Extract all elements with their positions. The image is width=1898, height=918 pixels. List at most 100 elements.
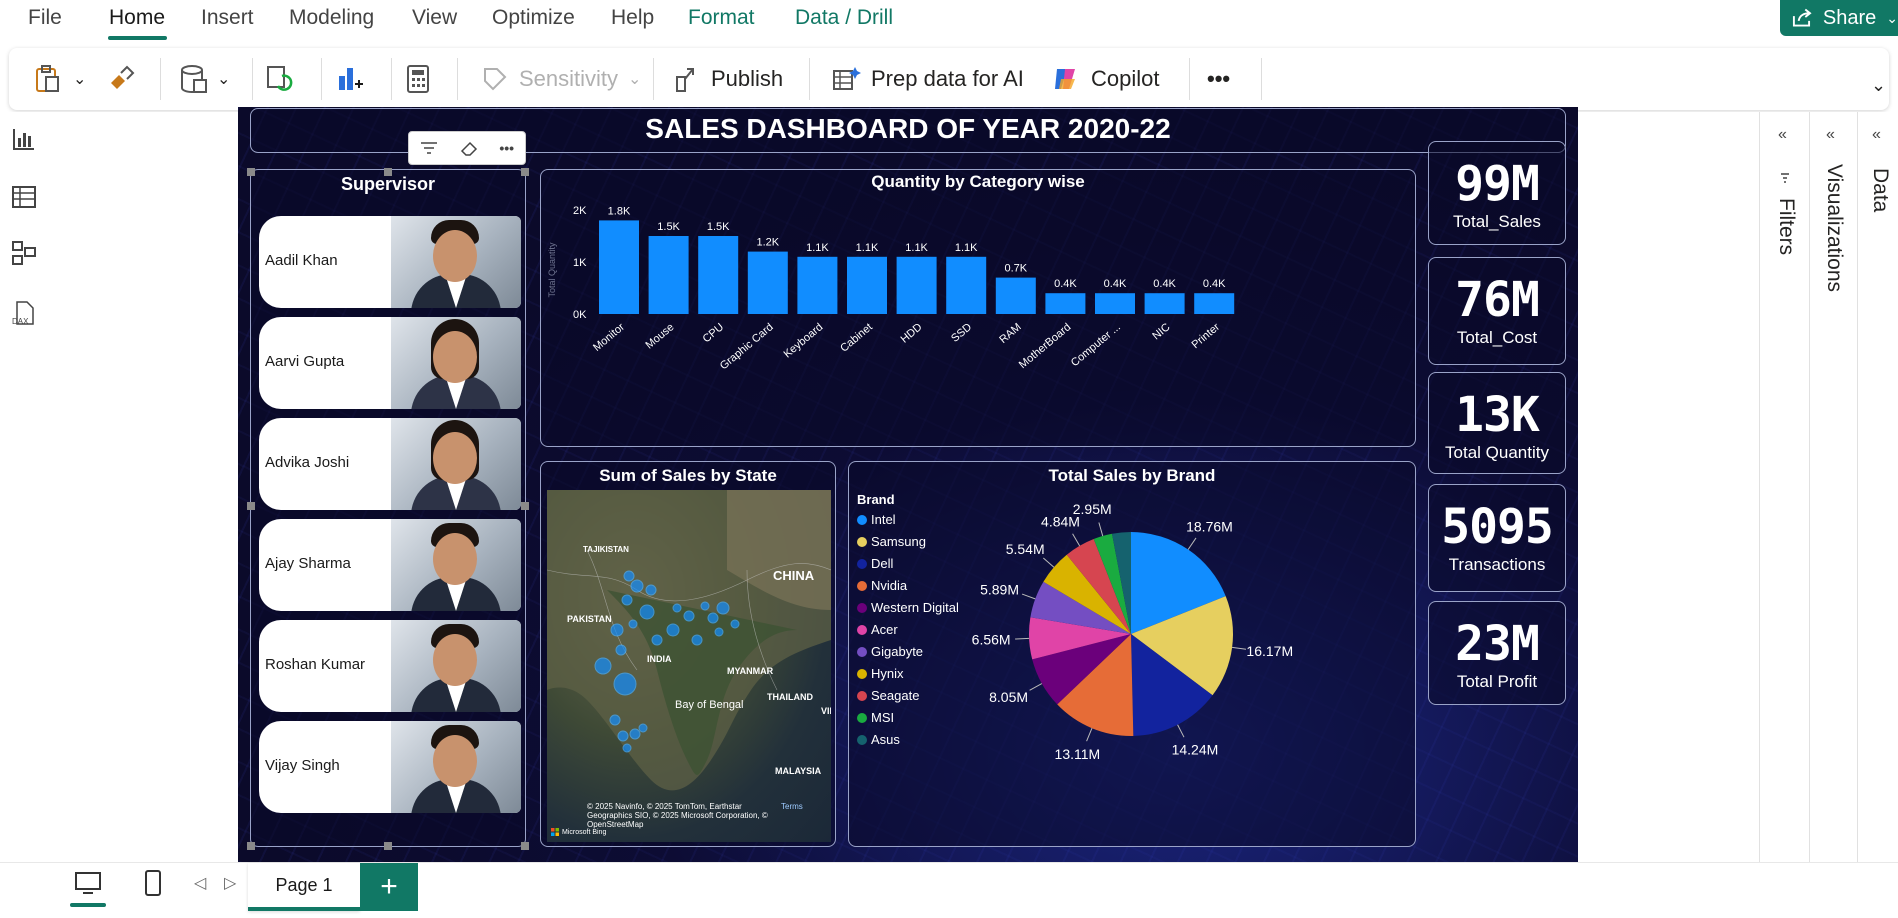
refresh-button[interactable] [265,60,295,98]
resize-handle[interactable] [247,502,255,510]
visualizations-pane[interactable]: « Visualizations [1809,112,1857,862]
menu-home[interactable]: Home [109,6,165,30]
publish-button[interactable]: Publish [673,60,783,98]
bar[interactable] [1045,293,1086,314]
add-page-button[interactable]: + [360,863,418,911]
kpi-card[interactable]: 99M Total_Sales [1428,141,1566,245]
table-view-icon[interactable] [11,184,37,210]
prep-data-icon [833,67,861,90]
ribbon-separator [252,58,253,100]
kpi-card[interactable]: 76M Total_Cost [1428,257,1566,365]
y-tick-label: 2K [573,205,587,217]
menu-modeling[interactable]: Modeling [289,6,374,30]
menu-file[interactable]: File [28,6,62,30]
get-data-button[interactable]: ⌄ [179,60,230,98]
bar-data-label: 0.4K [1104,278,1127,290]
collapse-ribbon-icon[interactable]: ⌄ [1871,66,1886,104]
map-attribution: © 2025 Navinfo, © 2025 TomTom, Earthstar… [587,802,768,829]
visualizations-label: Visualizations [1823,164,1846,293]
copilot-icon [1055,69,1075,89]
sales-by-brand-chart[interactable]: Total Sales by Brand Brand Intel Samsung D… [848,461,1416,847]
desktop-layout-icon[interactable] [74,871,102,895]
supervisor-card[interactable]: Ajay Sharma [259,519,521,611]
bar[interactable] [1144,293,1185,314]
bar-data-label: 1.8K [608,205,631,217]
pie-leader-line [1086,728,1093,742]
bar[interactable] [747,251,788,314]
bar[interactable] [599,220,639,314]
supervisor-card[interactable]: Advika Joshi [259,418,521,510]
menu-insert[interactable]: Insert [201,6,254,30]
map-canvas[interactable]: TAJIKISTAN CHINA PAKISTAN INDIA MYANMAR … [547,490,831,842]
copilot-button[interactable]: Copilot [1051,60,1159,98]
more-options-button[interactable]: ••• [1207,60,1230,98]
menu-view[interactable]: View [412,6,457,30]
active-tab-indicator [108,36,167,40]
category-label: Graphic Card [718,321,776,372]
pie-leader-line [1232,646,1247,650]
bar-data-label: 1.1K [955,242,978,254]
more-options-icon[interactable]: ••• [499,140,514,156]
supervisor-slicer[interactable]: Supervisor Aadil Khan Aarvi Gupta Advika J… [250,169,526,847]
bar[interactable] [847,256,887,314]
resize-handle[interactable] [384,168,392,176]
supervisor-card[interactable]: Roshan Kumar [259,620,521,712]
resize-handle[interactable] [247,168,255,176]
resize-handle[interactable] [521,168,529,176]
resize-handle[interactable] [247,842,255,850]
sales-by-state-map[interactable]: Sum of Sales by State TAJIKISTAN CHINA P… [540,461,836,847]
bar[interactable] [1194,293,1235,314]
data-pane[interactable]: « Data [1857,112,1898,862]
model-view-icon[interactable] [11,240,37,266]
bar[interactable] [648,236,689,314]
filter-icon [1781,173,1789,183]
filter-icon[interactable] [420,140,438,156]
mobile-layout-icon[interactable] [144,869,162,897]
new-visual-button[interactable] [335,60,365,98]
category-label: CPU [701,321,727,345]
next-page-icon[interactable]: ▷ [224,873,236,893]
expand-icon[interactable]: « [1872,126,1881,144]
kpi-card[interactable]: 23M Total Profit [1428,601,1566,705]
report-view-icon[interactable] [11,126,37,152]
bar-data-label: 1.1K [856,242,879,254]
kpi-label: Total Quantity [1445,443,1549,462]
expand-icon[interactable]: « [1778,126,1787,144]
kpi-card[interactable]: 5095 Transactions [1428,484,1566,592]
bar[interactable] [946,256,987,314]
ribbon-separator [653,58,654,100]
bar[interactable] [698,236,739,314]
kpi-card[interactable]: 13K Total Quantity [1428,372,1566,474]
resize-handle[interactable] [521,842,529,850]
format-painter-button[interactable] [107,60,135,98]
page-tab-1[interactable]: Page 1 [248,863,360,911]
format-painter-icon [111,65,135,89]
menu-format[interactable]: Format [688,6,755,30]
menu-help[interactable]: Help [611,6,654,30]
bar[interactable] [797,256,838,314]
bar[interactable] [1095,293,1135,314]
bar[interactable] [995,277,1036,314]
prep-data-button[interactable]: Prep data for AI [831,60,1024,98]
eraser-icon[interactable] [460,139,478,157]
resize-handle[interactable] [521,502,529,510]
share-button[interactable]: Share ⌄ [1780,0,1898,36]
filters-pane[interactable]: « Filters [1759,112,1809,862]
expand-icon[interactable]: « [1826,126,1835,144]
resize-handle[interactable] [384,842,392,850]
calculation-button[interactable] [405,60,431,98]
previous-page-icon[interactable]: ◁ [194,873,206,893]
dax-query-view-icon[interactable]: DAX [11,300,37,326]
paste-button[interactable]: ⌄ [33,60,86,98]
map-terms-link[interactable]: Terms [781,802,803,811]
supervisor-card[interactable]: Aadil Khan [259,216,521,308]
map-label: TAJIKISTAN [583,545,629,554]
menu-optimize[interactable]: Optimize [492,6,575,30]
supervisor-card[interactable]: Vijay Singh [259,721,521,813]
quantity-by-category-chart[interactable]: Quantity by Category wise 0K 1K 2K Total Qu… [540,169,1416,447]
supervisor-card[interactable]: Aarvi Gupta [259,317,521,409]
bar[interactable] [896,256,937,314]
menu-data-drill[interactable]: Data / Drill [795,6,893,30]
pie-leader-line [1072,533,1081,547]
sensitivity-button[interactable]: Sensitivity ⌄ [481,60,641,98]
